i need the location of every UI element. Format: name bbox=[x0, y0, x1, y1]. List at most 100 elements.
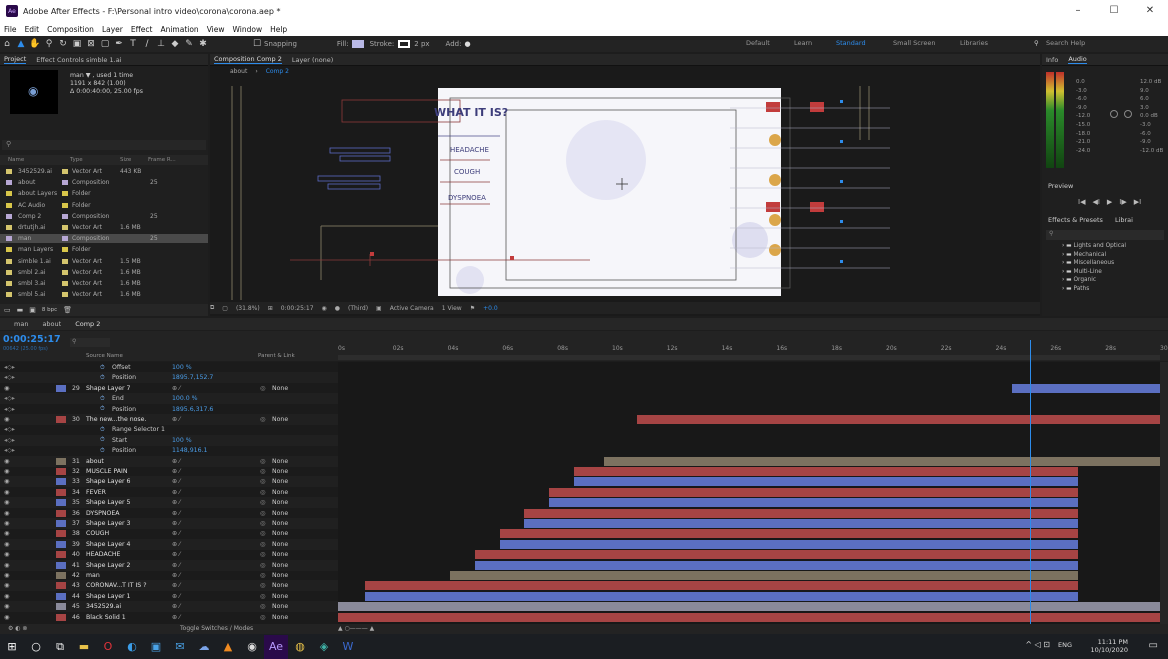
timeline-layer-row[interactable]: ◉ 46 Black Solid 1 ⊕ ⁄ ◎ None bbox=[0, 612, 338, 623]
camera-tool-icon[interactable]: ▣ bbox=[70, 39, 84, 49]
parent-dropdown[interactable]: None bbox=[272, 478, 288, 485]
parent-link-icon[interactable]: ◎ bbox=[260, 572, 265, 579]
item-label-color[interactable] bbox=[62, 258, 68, 264]
parent-link-icon[interactable]: ◎ bbox=[260, 510, 265, 517]
item-label-color[interactable] bbox=[62, 213, 68, 219]
timeline-tab-about[interactable]: about bbox=[42, 320, 61, 328]
layer-switches[interactable]: ⊕ ⁄ bbox=[172, 458, 180, 465]
menu-file[interactable]: File bbox=[4, 25, 17, 34]
tab-layer[interactable]: Layer (none) bbox=[292, 56, 333, 64]
layer-duration-bar[interactable] bbox=[603, 456, 1160, 466]
minimize-button[interactable]: – bbox=[1060, 0, 1096, 22]
keyframe-nav-icon[interactable]: ◂◇▸ bbox=[4, 364, 15, 371]
edge-icon[interactable]: ◐ bbox=[120, 635, 144, 659]
windows-start-icon[interactable]: ⊞ bbox=[0, 635, 24, 659]
interpret-footage-icon[interactable]: ▭ bbox=[4, 306, 11, 314]
preset-folder[interactable]: › ▬ Mechanical bbox=[1062, 251, 1126, 260]
parent-dropdown[interactable]: None bbox=[272, 582, 288, 589]
property-value[interactable]: 100 % bbox=[172, 437, 192, 444]
parent-dropdown[interactable]: None bbox=[272, 489, 288, 496]
col-parent-link[interactable]: Parent & Link bbox=[258, 353, 295, 359]
layer-name[interactable]: Shape Layer 7 bbox=[86, 385, 131, 392]
last-frame-button[interactable]: ▶I bbox=[1134, 198, 1141, 206]
brush-tool-icon[interactable]: ∕ bbox=[140, 39, 154, 49]
layer-label-color[interactable] bbox=[56, 499, 66, 507]
visibility-eye-icon[interactable]: ◉ bbox=[4, 499, 9, 506]
project-item[interactable]: about Layers Folder bbox=[0, 189, 208, 198]
visibility-eye-icon[interactable]: ◉ bbox=[4, 510, 9, 517]
search-help-input[interactable]: Search Help bbox=[1046, 39, 1085, 47]
layer-switches[interactable]: ⊕ ⁄ bbox=[172, 541, 180, 548]
parent-dropdown[interactable]: None bbox=[272, 603, 288, 610]
layer-name[interactable]: COUGH bbox=[86, 530, 109, 537]
timeline-layer-row[interactable]: ◉ 41 Shape Layer 2 ⊕ ⁄ ◎ None bbox=[0, 559, 338, 571]
current-time-display[interactable]: 0:00:25:17 bbox=[281, 305, 314, 312]
project-item[interactable]: drtutjh.ai Vector Art 1.6 MB bbox=[0, 223, 208, 232]
stopwatch-icon[interactable]: ⏱ bbox=[100, 436, 105, 444]
layer-name[interactable]: Shape Layer 4 bbox=[86, 541, 131, 548]
visibility-eye-icon[interactable]: ◉ bbox=[4, 572, 9, 579]
layer-switches-icon[interactable]: ⚙ ◐ ⊗ bbox=[8, 625, 27, 632]
parent-link-icon[interactable]: ◎ bbox=[260, 551, 265, 558]
parent-link-icon[interactable]: ◎ bbox=[260, 520, 265, 527]
item-label-color[interactable] bbox=[62, 169, 68, 174]
layer-switches[interactable]: ⊕ ⁄ bbox=[172, 572, 180, 579]
rectangle-tool-icon[interactable]: ▢ bbox=[98, 39, 112, 49]
close-button[interactable]: ✕ bbox=[1132, 0, 1168, 22]
timeline-search-input[interactable]: ⚲ bbox=[70, 338, 110, 347]
eraser-tool-icon[interactable]: ◆ bbox=[168, 39, 182, 49]
layer-name[interactable]: FEVER bbox=[86, 489, 106, 496]
timeline-layer-row[interactable]: ◉ 36 DYSPNOEA ⊕ ⁄ ◎ None bbox=[0, 508, 338, 519]
parent-dropdown[interactable]: None bbox=[272, 416, 288, 423]
layer-switches[interactable]: ⊕ ⁄ bbox=[172, 489, 180, 496]
layer-duration-bar[interactable] bbox=[524, 519, 1078, 528]
visibility-eye-icon[interactable]: ◉ bbox=[4, 562, 9, 569]
visibility-eye-icon[interactable]: ◉ bbox=[4, 551, 9, 558]
parent-dropdown[interactable]: None bbox=[272, 458, 288, 465]
layer-label-color[interactable] bbox=[56, 509, 66, 517]
effects-search-input[interactable]: ⚲ bbox=[1046, 230, 1164, 240]
timeline-property-row[interactable]: ◂◇▸ ⏱ Position 1895.7,152.7 bbox=[0, 372, 338, 384]
parent-dropdown[interactable]: None bbox=[272, 572, 288, 579]
visibility-eye-icon[interactable]: ◉ bbox=[4, 582, 9, 589]
audio-slider-left[interactable] bbox=[1110, 110, 1118, 118]
preset-folder[interactable]: › ▬ Paths bbox=[1062, 285, 1126, 294]
timeline-layer-row[interactable]: ◉ 31 about ⊕ ⁄ ◎ None bbox=[0, 455, 338, 467]
layer-name[interactable]: Shape Layer 5 bbox=[86, 499, 131, 506]
camera-dropdown[interactable]: Active Camera bbox=[390, 305, 434, 312]
visibility-eye-icon[interactable]: ◉ bbox=[4, 530, 9, 537]
stopwatch-icon[interactable]: ⏱ bbox=[100, 426, 105, 434]
layer-switches[interactable]: ⊕ ⁄ bbox=[172, 468, 180, 475]
timeline-ruler[interactable]: 0s 02s 04s 06s 08s 10s 12s 14s 16s 18s 20s 22s 24s 26… bbox=[338, 331, 1168, 361]
bpc-label[interactable]: 8 bpc bbox=[42, 307, 57, 313]
timeline-zoom-slider[interactable]: ▲ ○——— ▲ bbox=[338, 625, 374, 632]
layer-name[interactable]: Shape Layer 2 bbox=[86, 562, 131, 569]
snapshot-icon[interactable]: ◉ bbox=[322, 305, 327, 312]
col-frame-rate[interactable]: Frame R... bbox=[148, 157, 176, 163]
timeline-layer-row[interactable]: ◉ 37 Shape Layer 3 ⊕ ⁄ ◎ None bbox=[0, 518, 338, 529]
parent-link-icon[interactable]: ◎ bbox=[260, 385, 265, 392]
timeline-property-row[interactable]: ◂◇▸ ⏱ Position 1895.6,317.6 bbox=[0, 404, 338, 415]
layer-duration-bar[interactable] bbox=[365, 581, 1078, 591]
layer-duration-bar[interactable] bbox=[573, 477, 1078, 487]
layer-switches[interactable]: ⊕ ⁄ bbox=[172, 582, 180, 589]
selection-tool-icon[interactable]: ▲ bbox=[14, 39, 28, 49]
grid-icon[interactable]: ⊞ bbox=[268, 305, 273, 312]
tab-project[interactable]: Project bbox=[4, 55, 27, 64]
workspace-default[interactable]: Default bbox=[746, 39, 770, 47]
timeline-property-row[interactable]: ◂◇▸ ⏱ Start 100 % bbox=[0, 434, 338, 446]
breadcrumb-comp2[interactable]: Comp 2 bbox=[266, 68, 289, 75]
clone-stamp-tool-icon[interactable]: ⊥ bbox=[154, 39, 168, 49]
tab-info[interactable]: Info bbox=[1046, 56, 1058, 64]
keyframe-nav-icon[interactable]: ◂◇▸ bbox=[4, 426, 15, 433]
timeline-scrollbar[interactable] bbox=[1160, 362, 1168, 624]
visibility-eye-icon[interactable]: ◉ bbox=[4, 520, 9, 527]
project-item[interactable]: smbl 3.ai Vector Art 1.6 MB bbox=[0, 279, 208, 288]
layer-switches[interactable]: ⊕ ⁄ bbox=[172, 614, 180, 621]
stroke-swatch[interactable] bbox=[398, 40, 411, 48]
timeline-property-row[interactable]: ◂◇▸ ⏱ End 100.0 % bbox=[0, 393, 338, 405]
item-label-color[interactable] bbox=[62, 247, 68, 253]
home-icon[interactable]: ⌂ bbox=[0, 39, 14, 49]
timeline-property-row[interactable]: ◂◇▸ ⏱ Range Selector 1 bbox=[0, 424, 338, 435]
menu-edit[interactable]: Edit bbox=[25, 25, 40, 34]
